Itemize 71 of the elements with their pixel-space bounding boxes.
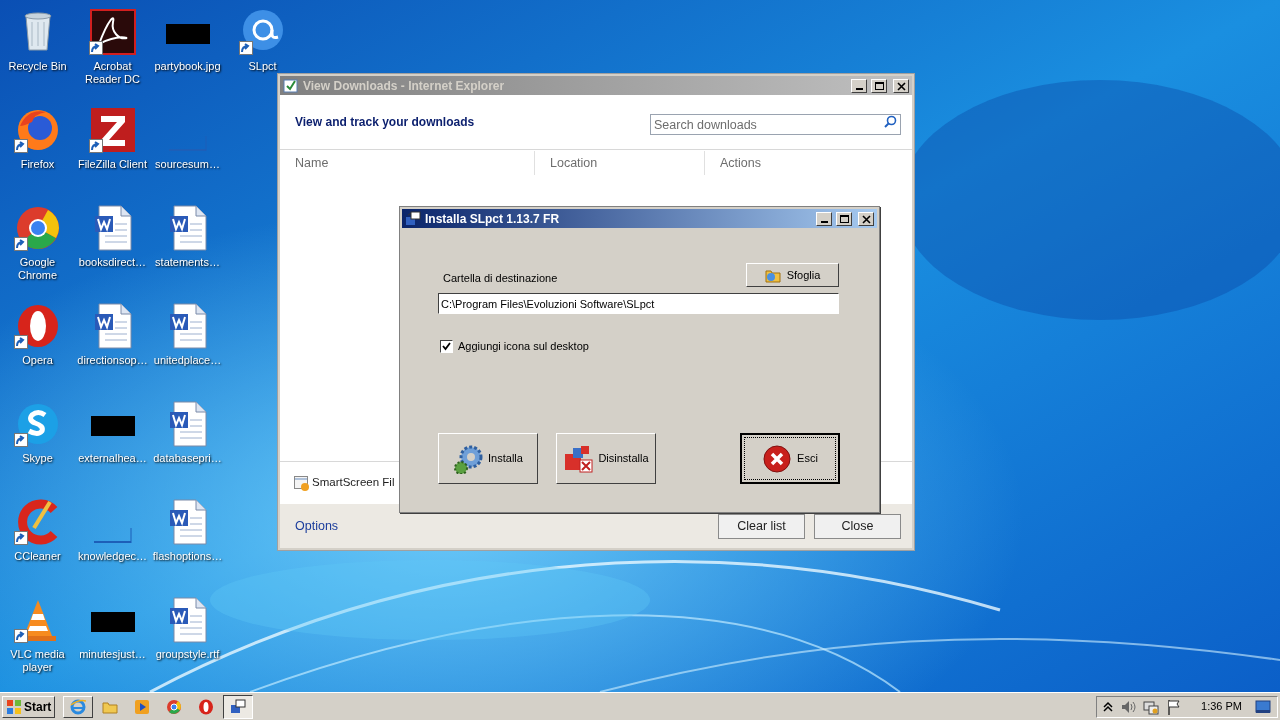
computer-icon xyxy=(230,698,247,715)
clock[interactable]: 1:36 PM xyxy=(1201,698,1242,715)
folder-icon xyxy=(764,267,781,283)
action-button[interactable]: Installa xyxy=(438,433,538,484)
icon-label[interactable]: SLpct xyxy=(225,60,300,73)
close-icon xyxy=(894,79,908,92)
taskbar-button[interactable] xyxy=(223,694,254,719)
icon-label[interactable]: VLC media player xyxy=(0,648,75,674)
icon-label[interactable]: Acrobat Reader DC xyxy=(75,60,150,86)
close-button[interactable] xyxy=(858,211,874,226)
icon-label[interactable]: minutesjust… xyxy=(75,648,150,661)
icon-label[interactable]: FileZilla Client xyxy=(75,158,150,171)
blank-file-icon xyxy=(93,528,132,543)
window-title: Installa SLpct 1.13.7 FR xyxy=(425,210,561,228)
icon-label[interactable]: CCleaner xyxy=(0,550,75,563)
dialog-button[interactable]: Close xyxy=(814,513,901,539)
icon-label[interactable]: directionsop… xyxy=(75,354,150,367)
icon-label[interactable]: unitedplace… xyxy=(150,354,225,367)
icon-label[interactable]: partybook.jpg xyxy=(150,60,225,73)
icon-label[interactable]: booksdirect… xyxy=(75,256,150,269)
icon-label[interactable]: Google Chrome xyxy=(0,256,75,282)
minimize-icon xyxy=(820,220,828,223)
close-button[interactable] xyxy=(893,78,909,93)
close-icon xyxy=(859,212,873,225)
browse-button[interactable]: Sfoglia xyxy=(746,263,839,287)
icon-label[interactable]: Recycle Bin xyxy=(0,60,75,73)
minimize-icon xyxy=(855,87,863,90)
path-field[interactable]: C:\Program Files\Evoluzioni Software\SLpct xyxy=(438,293,839,314)
options-link[interactable]: Options xyxy=(295,516,709,536)
flag-icon xyxy=(1166,698,1183,715)
icon-label[interactable]: knowledgec… xyxy=(75,550,150,563)
error-icon xyxy=(762,443,793,474)
maximize-button[interactable] xyxy=(871,78,887,93)
minimize-button[interactable] xyxy=(851,78,867,93)
media-player-icon xyxy=(134,698,151,715)
dialog-button[interactable]: Clear list xyxy=(718,513,805,539)
network-icon xyxy=(1143,698,1160,715)
search-icon xyxy=(883,114,897,129)
boxes-icon xyxy=(563,443,594,474)
icon-label[interactable]: Opera xyxy=(0,354,75,367)
action-button[interactable]: Esci xyxy=(740,433,840,484)
icon-label[interactable]: statements… xyxy=(150,256,225,269)
icon-label[interactable]: Skype xyxy=(0,452,75,465)
window-title: View Downloads - Internet Explorer xyxy=(303,77,506,95)
show-desktop-icon xyxy=(1255,699,1271,714)
computer-icon xyxy=(405,210,421,227)
field-label: Cartella di destinazione xyxy=(443,270,558,286)
start-button[interactable]: Start xyxy=(2,695,56,718)
document-icon xyxy=(88,8,137,56)
icon-label[interactable]: externalhea… xyxy=(75,452,150,465)
icon-label[interactable]: Firefox xyxy=(0,158,75,171)
column-header[interactable]: Name xyxy=(295,153,329,173)
column-header[interactable]: Location xyxy=(550,153,598,173)
maximize-button[interactable] xyxy=(836,211,852,226)
gears-icon xyxy=(453,443,484,474)
search-field[interactable]: Search downloads xyxy=(650,114,901,135)
icon-label[interactable]: sourcesum… xyxy=(150,158,225,171)
windows-logo-icon xyxy=(6,698,22,715)
checkbox-label[interactable]: Aggiungi icona sul desktop xyxy=(458,338,589,355)
icon-label[interactable]: groupstyle.rtf xyxy=(150,648,225,661)
checkbox[interactable] xyxy=(440,339,453,353)
column-header[interactable]: Actions xyxy=(720,153,761,173)
browser-icon xyxy=(70,698,87,715)
action-button[interactable]: Disinstalla xyxy=(556,433,656,484)
page-heading: View and track your downloads xyxy=(295,114,475,131)
opera-icon xyxy=(198,698,215,715)
smartscreen-label[interactable]: SmartScreen Fil xyxy=(312,474,395,492)
minimize-button[interactable] xyxy=(816,211,832,226)
smartscreen-icon xyxy=(294,475,310,491)
show-hidden-icons-icon xyxy=(1103,700,1114,713)
chrome-icon xyxy=(166,698,183,715)
